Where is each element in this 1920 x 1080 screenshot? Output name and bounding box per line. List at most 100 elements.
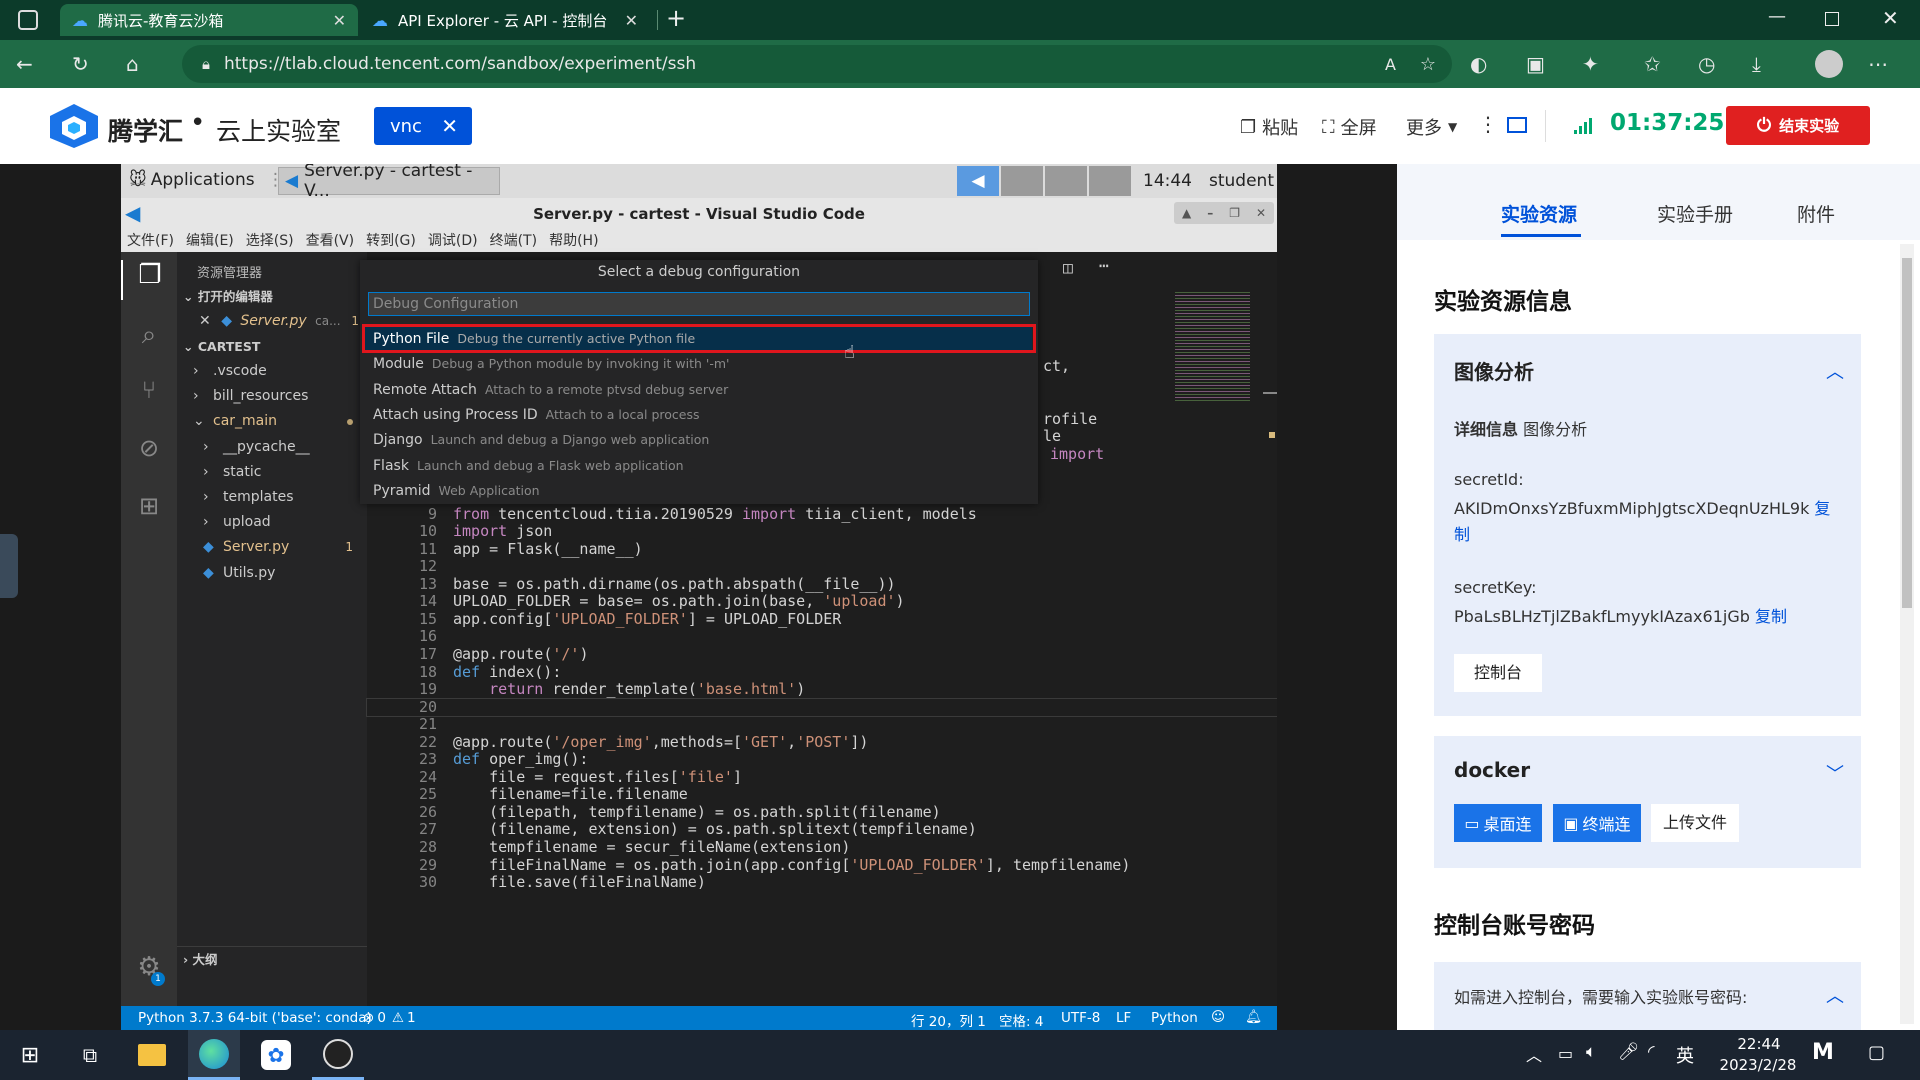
- copy-link[interactable]: 复制: [1755, 607, 1787, 626]
- upload-file-button[interactable]: 上传文件: [1651, 804, 1739, 842]
- session-tab-vnc[interactable]: vnc ✕: [374, 107, 472, 145]
- minimap[interactable]: [1175, 292, 1250, 402]
- copy-link[interactable]: 制: [1454, 525, 1470, 544]
- split-editor-icon[interactable]: ◫: [1063, 258, 1073, 277]
- puzzle-icon[interactable]: ✦: [1582, 46, 1618, 82]
- start-icon[interactable]: ⊞: [4, 1030, 56, 1080]
- tab-manual[interactable]: 实验手册: [1657, 200, 1733, 227]
- remote-desktop[interactable]: 🐭︎ Applications ⋮ ◀ Server.py - cartest …: [121, 164, 1277, 1030]
- copy-link[interactable]: 复: [1814, 499, 1830, 518]
- shade-icon[interactable]: ▲: [1182, 206, 1191, 220]
- battery-icon[interactable]: ▭: [1558, 1044, 1573, 1063]
- quickpick-item[interactable]: Remote Attach Attach to a remote ptvsd de…: [362, 377, 1032, 402]
- clock-date[interactable]: 2023/2/28: [1708, 1056, 1808, 1074]
- menu-go[interactable]: 转到(G): [366, 230, 416, 250]
- tree-item[interactable]: ◆ Server.py 1: [177, 535, 367, 560]
- indentation[interactable]: 空格: 4: [999, 1010, 1043, 1030]
- workspace-header[interactable]: ⌄ CARTEST: [177, 334, 367, 359]
- vnc-viewport[interactable]: 🐭︎ Applications ⋮ ◀ Server.py - cartest …: [0, 164, 1409, 1030]
- more-icon[interactable]: ⋯: [1868, 46, 1904, 82]
- close-icon[interactable]: ✕: [333, 11, 346, 30]
- menu-view[interactable]: 查看(V): [306, 230, 355, 250]
- download-icon[interactable]: ⤓: [1752, 46, 1788, 82]
- menu-edit[interactable]: 编辑(E): [186, 230, 234, 250]
- problems-indicator[interactable]: ⊗ 0 ⚠ 1: [363, 1010, 416, 1026]
- quickpick-item[interactable]: Attach using Process ID Attach to a local…: [362, 402, 1032, 427]
- read-aloud-icon[interactable]: A: [1385, 55, 1396, 74]
- ime-indicator[interactable]: 英: [1676, 1042, 1694, 1068]
- tray-chevron-icon[interactable]: ︿: [1526, 1042, 1542, 1066]
- python-interpreter[interactable]: Python 3.7.3 64-bit ('base': conda): [138, 1010, 372, 1026]
- close-icon[interactable]: ✕: [625, 11, 638, 30]
- tree-item[interactable]: › bill_resources: [177, 384, 367, 409]
- extension-icon[interactable]: ◐: [1470, 46, 1506, 82]
- browser-tab[interactable]: ☁ API Explorer - 云 API - 控制台 ✕: [360, 4, 650, 36]
- tree-item[interactable]: › .vscode: [177, 359, 367, 384]
- favorite-add-icon[interactable]: ☆: [1420, 54, 1436, 75]
- search-icon[interactable]: ⌕: [121, 320, 177, 351]
- profile-avatar[interactable]: [1815, 50, 1843, 78]
- quickpick-item[interactable]: Pyramid Web Application: [362, 478, 1032, 503]
- kebab-icon[interactable]: ⋮: [1478, 112, 1498, 136]
- language-mode[interactable]: Python: [1151, 1010, 1198, 1026]
- applications-menu[interactable]: 🐭︎ Applications: [129, 170, 255, 190]
- quickpick-item[interactable]: Django Launch and debug a Django web appl…: [362, 427, 1032, 452]
- home-icon[interactable]: ⌂: [126, 46, 162, 82]
- tab-actions-icon[interactable]: [18, 10, 38, 30]
- panel-scrollbar[interactable]: [1900, 244, 1914, 1024]
- encoding[interactable]: UTF-8: [1061, 1010, 1100, 1026]
- history-icon[interactable]: ◷: [1698, 46, 1734, 82]
- menu-terminal[interactable]: 终端(T): [490, 230, 537, 250]
- outline-header[interactable]: › 大纲: [177, 946, 367, 971]
- menu-file[interactable]: 文件(F): [127, 230, 174, 250]
- close-icon[interactable]: ✕: [199, 313, 211, 329]
- quickpick-item[interactable]: Module Debug a Python module by invoking …: [362, 351, 1032, 376]
- clock-time[interactable]: 22:44: [1724, 1035, 1794, 1053]
- tree-item[interactable]: ◆ Utils.py: [177, 561, 367, 586]
- console-button[interactable]: 控制台: [1454, 654, 1542, 692]
- scroll-thumb[interactable]: [1902, 258, 1912, 608]
- back-icon[interactable]: ←: [16, 46, 52, 82]
- browser-tab-active[interactable]: ☁ 腾讯云-教育云沙箱 ✕: [60, 4, 358, 36]
- workspace-3[interactable]: [1045, 166, 1087, 196]
- new-tab-icon[interactable]: +: [666, 4, 686, 32]
- volume-icon[interactable]: 🔈︎: [1586, 1042, 1596, 1062]
- explorer-icon[interactable]: ❐: [121, 260, 177, 300]
- line-ending[interactable]: LF: [1116, 1010, 1131, 1026]
- quickpick-input[interactable]: Debug Configuration: [368, 292, 1030, 316]
- tree-item[interactable]: › static: [177, 460, 367, 485]
- source-control-icon[interactable]: ⑂: [121, 376, 177, 404]
- open-editors-header[interactable]: ⌄ 打开的编辑器: [177, 284, 367, 309]
- chevron-up-icon[interactable]: ︿: [1826, 358, 1844, 384]
- tree-item[interactable]: › __pycache__: [177, 435, 367, 460]
- minimize-icon[interactable]: —: [1768, 6, 1786, 27]
- menu-selection[interactable]: 选择(S): [246, 230, 294, 250]
- restore-icon[interactable]: [1825, 12, 1839, 26]
- terminal-connect-button[interactable]: ▣ 终端连: [1553, 804, 1641, 842]
- file-explorer-icon[interactable]: [126, 1030, 178, 1080]
- vnc-side-handle[interactable]: [0, 534, 18, 598]
- end-experiment-button[interactable]: ⏻ 结束实验: [1726, 106, 1870, 145]
- favorites-icon[interactable]: ✩: [1644, 46, 1680, 82]
- obs-icon[interactable]: [312, 1030, 364, 1080]
- more-dropdown[interactable]: 更多 ▼: [1406, 114, 1457, 140]
- debug-icon[interactable]: ⊘: [121, 434, 177, 462]
- menu-help[interactable]: 帮助(H): [549, 230, 598, 250]
- scroll-thumb[interactable]: [1263, 392, 1277, 394]
- desktop-connect-button[interactable]: ▭ 桌面连: [1454, 804, 1542, 842]
- extensions-icon[interactable]: ⊞: [121, 492, 177, 520]
- maximize-icon[interactable]: ❐: [1229, 206, 1240, 220]
- feedback-icon[interactable]: ☺: [1211, 1009, 1225, 1025]
- game-icon[interactable]: ▣: [1526, 46, 1562, 82]
- meeting-app-icon[interactable]: ✿: [250, 1030, 302, 1080]
- workspace-2[interactable]: [1001, 166, 1043, 196]
- quickpick-item[interactable]: Flask Launch and debug a Flask web applic…: [362, 453, 1032, 478]
- tree-item[interactable]: › templates: [177, 485, 367, 510]
- address-bar[interactable]: 🔒︎ https://tlab.cloud.tencent.com/sandbo…: [182, 45, 1452, 83]
- tab-attachments[interactable]: 附件: [1797, 200, 1835, 227]
- more-actions-icon[interactable]: ⋯: [1099, 256, 1109, 275]
- settings-icon[interactable]: ⚙: [121, 952, 177, 982]
- workspace-1[interactable]: ◀: [957, 166, 999, 196]
- cursor-position[interactable]: 行 20，列 1: [911, 1010, 986, 1030]
- fullscreen-button[interactable]: ⛶ 全屏: [1322, 114, 1377, 140]
